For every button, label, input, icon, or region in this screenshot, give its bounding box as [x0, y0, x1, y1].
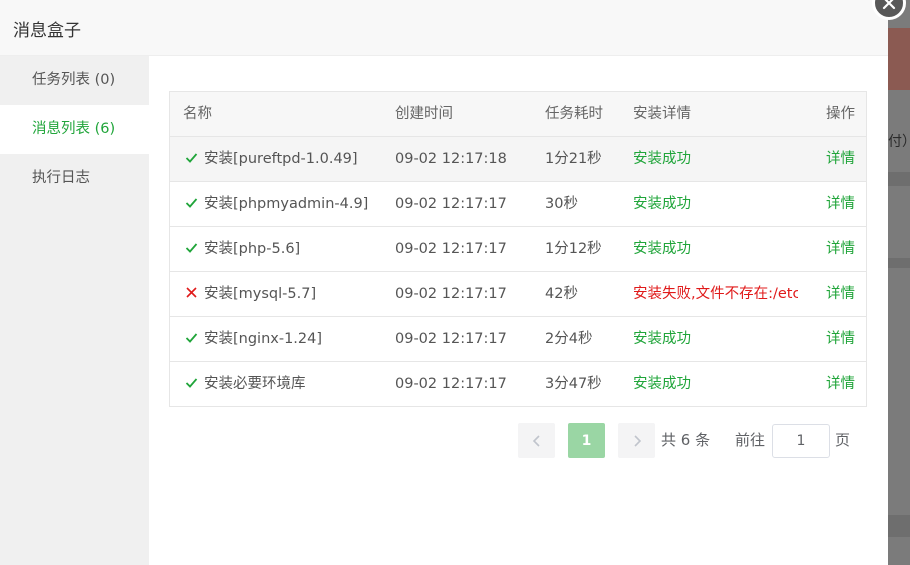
status-icon	[183, 317, 199, 361]
task-name: 安装[mysql-5.7]	[204, 286, 317, 302]
background-partial-text: 付）	[888, 134, 910, 150]
task-duration: 1分12秒	[545, 241, 602, 257]
total-count-text: 共 6 条	[661, 431, 711, 449]
task-name-cell: 安装[php-5.6]	[183, 227, 393, 271]
modal-title: 消息盒子	[13, 21, 81, 41]
install-details: 安装成功	[633, 241, 691, 257]
chevron-right-icon	[633, 434, 641, 447]
check-icon	[185, 333, 197, 343]
table-header-row: 名称 创建时间 任务耗时 安装详情 操作	[170, 92, 866, 137]
next-page-button[interactable]	[618, 423, 655, 458]
details-link[interactable]: 详情	[826, 137, 866, 181]
install-details: 安装失败,文件不存在:/etc	[633, 286, 798, 302]
table-row: 安装[nginx-1.24] 09-02 12:17:17 2分4秒 安装成功 详情	[170, 317, 866, 362]
table-row: 安装[php-5.6] 09-02 12:17:17 1分12秒 安装成功 详情	[170, 227, 866, 272]
created-time: 09-02 12:17:17	[395, 331, 507, 347]
sidebar-item-execution-log[interactable]: 执行日志	[0, 154, 149, 203]
status-icon	[183, 362, 199, 406]
created-time: 09-02 12:17:17	[395, 376, 507, 392]
column-header-duration: 任务耗时	[545, 106, 603, 122]
created-time: 09-02 12:17:17	[395, 196, 507, 212]
task-duration: 2分4秒	[545, 331, 593, 347]
page-suffix-label: 页	[835, 431, 851, 449]
details-link[interactable]: 详情	[826, 227, 866, 271]
table-row: 安装[mysql-5.7] 09-02 12:17:17 42秒 安装失败,文件不存在…	[170, 272, 866, 317]
table-row: 安装必要环境库 09-02 12:17:17 3分47秒 安装成功 详情	[170, 362, 866, 407]
details-link[interactable]: 详情	[826, 182, 866, 226]
status-icon	[183, 272, 199, 316]
prev-page-button[interactable]	[518, 423, 555, 458]
check-icon	[185, 153, 197, 163]
background-divider	[888, 172, 910, 186]
created-time: 09-02 12:17:17	[395, 241, 507, 257]
sidebar-item-message-list[interactable]: 消息列表 (6)	[0, 105, 149, 154]
task-name-cell: 安装必要环境库	[183, 362, 393, 406]
table-row: 安装[pureftpd-1.0.49] 09-02 12:17:18 1分21秒 安装…	[170, 137, 866, 182]
status-icon	[183, 227, 199, 271]
message-table: 名称 创建时间 任务耗时 安装详情 操作 安装[pureftpd-1.0.49]…	[169, 91, 867, 407]
sidebar: 任务列表 (0) 消息列表 (6) 执行日志	[0, 56, 149, 565]
goto-page-input[interactable]	[772, 424, 830, 458]
goto-label: 前往	[735, 431, 766, 449]
details-link[interactable]: 详情	[826, 272, 866, 316]
task-duration: 3分47秒	[545, 376, 602, 392]
details-link[interactable]: 详情	[826, 362, 866, 406]
task-name: 安装[phpmyadmin-4.9]	[204, 196, 369, 212]
created-time: 09-02 12:17:18	[395, 151, 507, 167]
background-divider	[888, 258, 910, 268]
page-number-current[interactable]: 1	[568, 423, 605, 458]
check-icon	[185, 198, 197, 208]
details-link[interactable]: 详情	[826, 317, 866, 361]
column-header-details: 安装详情	[633, 106, 691, 122]
task-duration: 42秒	[545, 286, 578, 302]
column-header-name: 名称	[183, 106, 212, 122]
chevron-left-icon	[532, 434, 540, 447]
sidebar-item-task-list[interactable]: 任务列表 (0)	[0, 56, 149, 105]
task-name: 安装[php-5.6]	[204, 241, 301, 257]
task-name-cell: 安装[mysql-5.7]	[183, 272, 393, 316]
task-duration: 30秒	[545, 196, 578, 212]
status-icon	[183, 137, 199, 181]
check-icon	[185, 243, 197, 253]
cross-icon	[185, 287, 197, 298]
modal-header: 消息盒子	[0, 0, 888, 56]
created-time: 09-02 12:17:17	[395, 286, 507, 302]
message-box-modal: 消息盒子 任务列表 (0) 消息列表 (6) 执行日志 名称 创建时间 任务耗时…	[0, 0, 888, 565]
install-details: 安装成功	[633, 331, 691, 347]
task-name: 安装[nginx-1.24]	[204, 331, 323, 347]
status-icon	[183, 182, 199, 226]
task-name: 安装必要环境库	[204, 376, 306, 392]
column-header-created-time: 创建时间	[395, 106, 453, 122]
close-icon	[882, 0, 896, 10]
column-header-action: 操作	[826, 106, 855, 122]
background-banner	[888, 28, 910, 90]
install-details: 安装成功	[633, 376, 691, 392]
check-icon	[185, 378, 197, 388]
task-name-cell: 安装[nginx-1.24]	[183, 317, 393, 361]
task-name-cell: 安装[phpmyadmin-4.9]	[183, 182, 393, 226]
install-details: 安装成功	[633, 196, 691, 212]
task-duration: 1分21秒	[545, 151, 602, 167]
task-name-cell: 安装[pureftpd-1.0.49]	[183, 137, 393, 181]
install-details: 安装成功	[633, 151, 691, 167]
task-name: 安装[pureftpd-1.0.49]	[204, 151, 358, 167]
table-row: 安装[phpmyadmin-4.9] 09-02 12:17:17 30秒 安装成功 详…	[170, 182, 866, 227]
background-divider	[888, 515, 910, 537]
